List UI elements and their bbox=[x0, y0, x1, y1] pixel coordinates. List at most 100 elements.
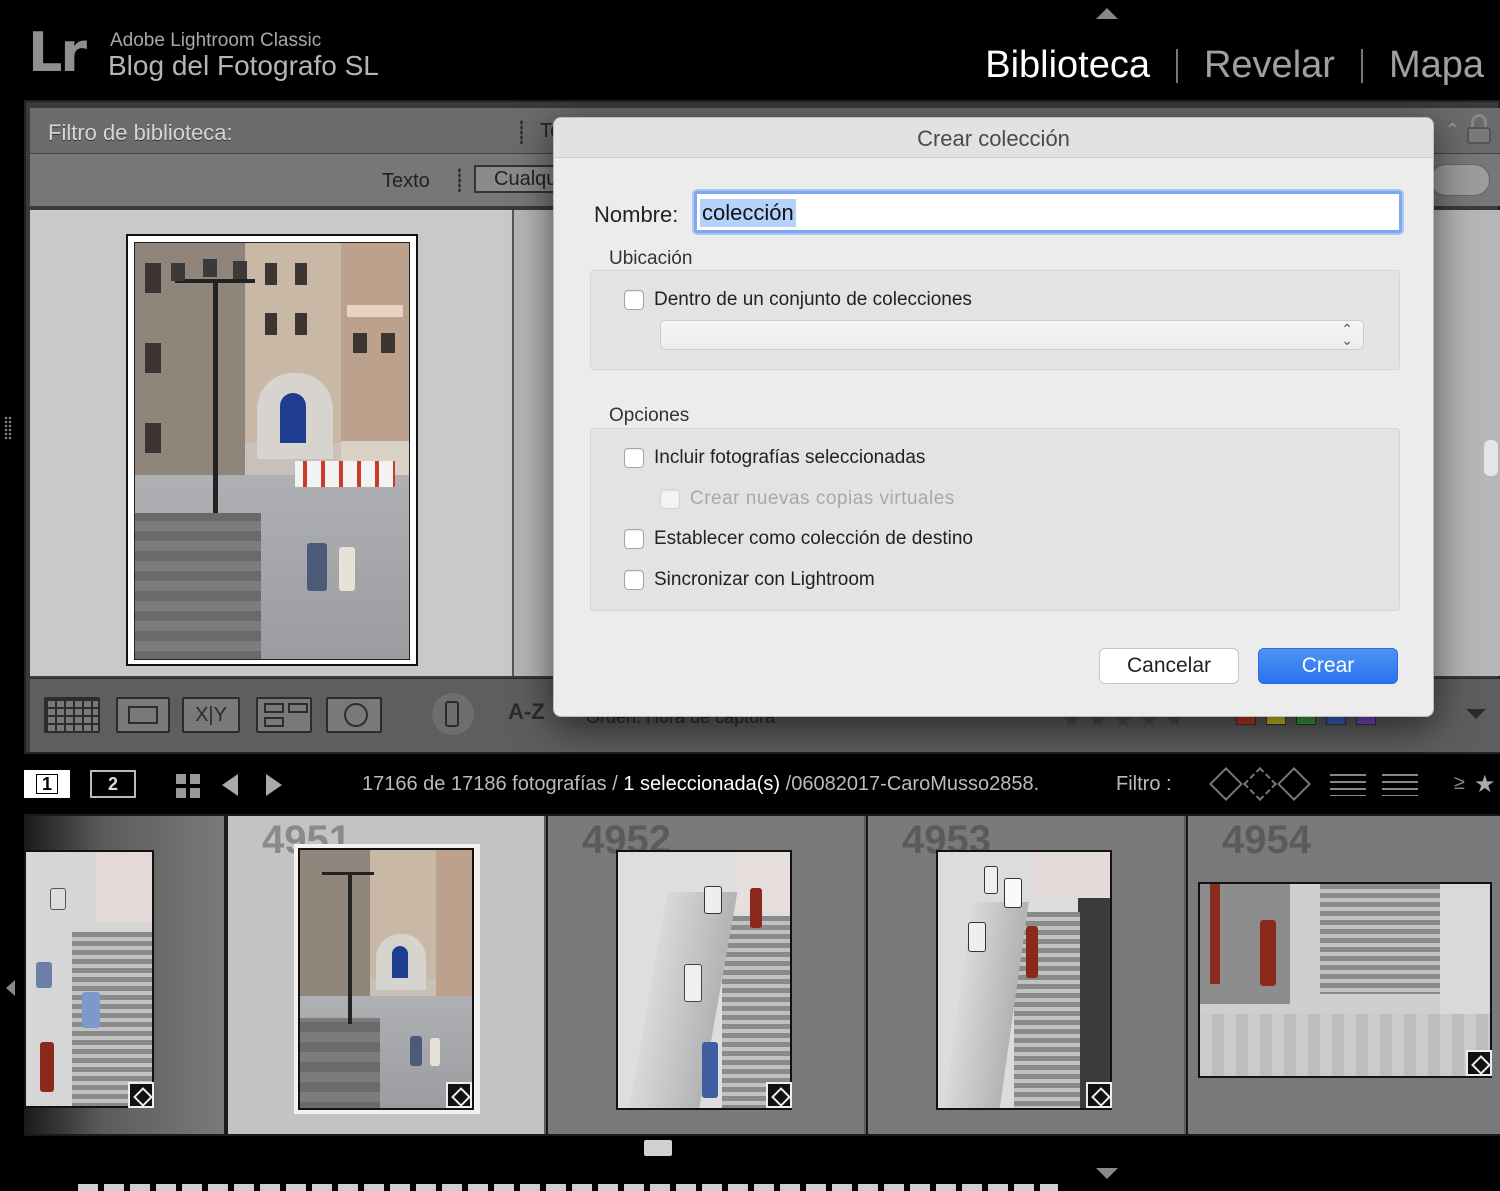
forward-arrow-icon[interactable] bbox=[266, 774, 282, 796]
collection-name-input[interactable] bbox=[694, 191, 1402, 233]
edited-badge-icon bbox=[128, 1082, 154, 1108]
inside-collection-set-row[interactable]: Dentro de un conjunto de colecciones bbox=[624, 289, 972, 311]
app-name: Adobe Lightroom Classic bbox=[110, 30, 322, 51]
name-label: Nombre: bbox=[594, 202, 679, 227]
secondary-window-button[interactable]: 2 bbox=[90, 770, 136, 798]
loupe-view-icon bbox=[128, 706, 158, 724]
street-scene-photo bbox=[134, 242, 410, 660]
bottom-edge-strip bbox=[78, 1184, 1058, 1191]
filmstrip-header: 1 2 17166 de 17186 fotografías / 1 selec… bbox=[24, 760, 1500, 810]
module-picker: Biblioteca Revelar Mapa bbox=[985, 44, 1484, 87]
filmstrip-scrollbar[interactable] bbox=[24, 1136, 1500, 1160]
separator-dots-icon bbox=[520, 120, 523, 144]
module-map[interactable]: Mapa bbox=[1389, 44, 1484, 87]
separator-dots-icon bbox=[458, 168, 461, 192]
filmstrip-scroll-thumb[interactable] bbox=[644, 1140, 672, 1156]
thumbnail-image bbox=[936, 850, 1112, 1110]
options-group-label: Opciones bbox=[609, 405, 690, 426]
grid-view-button[interactable] bbox=[44, 697, 100, 733]
target-collection-checkbox[interactable] bbox=[624, 529, 644, 549]
include-selected-row[interactable]: Incluir fotografías seleccionadas bbox=[624, 447, 925, 469]
main-window-button[interactable]: 1 bbox=[24, 770, 70, 798]
filmstrip-cell[interactable]: 4954 bbox=[1188, 816, 1500, 1134]
painter-spray-icon[interactable] bbox=[432, 693, 474, 735]
library-filter-title: Filtro de biblioteca: bbox=[48, 120, 233, 145]
dialog-title: Crear colección bbox=[917, 126, 1070, 151]
module-develop[interactable]: Revelar bbox=[1204, 44, 1335, 87]
filter-preset-chevron-icon[interactable]: ⌃ bbox=[1445, 120, 1460, 141]
cell-index-number: 4954 bbox=[1222, 818, 1311, 862]
filmstrip-cell-partial[interactable] bbox=[24, 816, 224, 1134]
bottom-panel-toggle-icon[interactable] bbox=[1096, 1168, 1118, 1179]
survey-view-icon bbox=[264, 717, 284, 727]
edited-badge-icon bbox=[1466, 1050, 1492, 1076]
rating-gte-icon[interactable]: ≥ bbox=[1454, 772, 1465, 795]
filmstrip: 4951 4952 4953 4954 bbox=[24, 814, 1500, 1160]
sync-lightroom-row[interactable]: Sincronizar con Lightroom bbox=[624, 569, 875, 591]
text-search-input[interactable] bbox=[1430, 164, 1490, 196]
location-group-label: Ubicación bbox=[609, 248, 693, 269]
loupe-view-button[interactable] bbox=[116, 697, 170, 733]
toolbar-content-chevron-icon[interactable] bbox=[1466, 709, 1486, 719]
lightroom-logo: Lr bbox=[28, 21, 87, 84]
photo-count-text: 17166 de 17186 fotografías / bbox=[362, 773, 618, 795]
filename-text: /06082017-CaroMusso2858. bbox=[785, 773, 1040, 795]
filmstrip-cell[interactable]: 4952 bbox=[548, 816, 866, 1134]
filmstrip-source-info[interactable]: 17166 de 17186 fotografías / 1 seleccion… bbox=[362, 773, 1122, 796]
thumbnail-image bbox=[24, 850, 154, 1108]
filter-sliders-off-icon[interactable] bbox=[1382, 774, 1418, 796]
lock-icon[interactable] bbox=[1466, 114, 1492, 144]
people-view-button[interactable] bbox=[326, 697, 382, 733]
thumbnail-image bbox=[1198, 882, 1492, 1078]
create-button[interactable]: Crear bbox=[1258, 648, 1398, 684]
left-panel-toggle-icon[interactable] bbox=[6, 980, 15, 996]
back-arrow-icon[interactable] bbox=[222, 774, 238, 796]
filmstrip-cell[interactable]: 4953 bbox=[868, 816, 1186, 1134]
target-collection-row[interactable]: Establecer como colección de destino bbox=[624, 528, 973, 550]
flag-picked-icon[interactable] bbox=[1209, 767, 1243, 801]
create-collection-dialog: Crear colección Nombre: colección Ubicac… bbox=[553, 117, 1434, 717]
module-separator bbox=[1360, 48, 1363, 83]
inside-collection-set-label: Dentro de un conjunto de colecciones bbox=[654, 289, 972, 310]
virtual-copies-row: Crear nuevas copias virtuales bbox=[660, 488, 955, 510]
survey-view-button[interactable] bbox=[256, 697, 312, 733]
virtual-copies-label: Crear nuevas copias virtuales bbox=[690, 488, 955, 509]
sync-lightroom-checkbox[interactable] bbox=[624, 570, 644, 590]
inside-collection-set-checkbox[interactable] bbox=[624, 290, 644, 310]
selected-count-text: 1 seleccionada(s) bbox=[623, 773, 781, 795]
star-filter-icon[interactable]: ★ bbox=[1474, 770, 1496, 799]
collection-name-value: colección bbox=[700, 199, 796, 227]
include-selected-checkbox[interactable] bbox=[624, 448, 644, 468]
filmstrip-filter-label: Filtro : bbox=[1116, 773, 1172, 795]
edited-badge-icon bbox=[446, 1082, 472, 1108]
left-panel-grip-icon[interactable] bbox=[4, 416, 12, 440]
edited-badge-icon bbox=[1086, 1082, 1112, 1108]
dialog-titlebar[interactable]: Crear colección bbox=[554, 118, 1433, 158]
select-updown-icon: ⌃ ⌄ bbox=[1341, 321, 1353, 348]
loupe-photo-frame[interactable] bbox=[126, 234, 418, 666]
module-separator bbox=[1175, 48, 1178, 83]
text-filter-label: Texto bbox=[382, 170, 430, 192]
top-panel-toggle-icon[interactable] bbox=[1096, 8, 1118, 19]
thumbnail-image bbox=[298, 848, 474, 1110]
collection-set-select[interactable]: ⌃ ⌄ bbox=[660, 320, 1364, 350]
module-library[interactable]: Biblioteca bbox=[985, 44, 1150, 87]
flag-rejected-icon[interactable] bbox=[1277, 767, 1311, 801]
cancel-button[interactable]: Cancelar bbox=[1099, 648, 1239, 684]
identity-plate: Lr Adobe Lightroom Classic Blog del Foto… bbox=[0, 0, 1500, 100]
sync-lightroom-label: Sincronizar con Lightroom bbox=[654, 569, 875, 590]
virtual-copies-checkbox bbox=[660, 489, 680, 509]
grid-icon[interactable] bbox=[174, 772, 200, 798]
edited-badge-icon bbox=[766, 1082, 792, 1108]
compare-view-button[interactable]: X|Y bbox=[182, 697, 240, 733]
filter-sliders-icon[interactable] bbox=[1330, 774, 1366, 796]
target-collection-label: Establecer como colección de destino bbox=[654, 528, 973, 549]
filmstrip-cell[interactable]: 4951 bbox=[228, 816, 546, 1134]
survey-view-icon bbox=[288, 703, 308, 713]
thumbnail-image bbox=[616, 850, 792, 1110]
flag-unflagged-icon[interactable] bbox=[1243, 767, 1277, 801]
catalog-name: Blog del Fotografo SL bbox=[108, 50, 379, 81]
survey-view-icon bbox=[264, 703, 284, 713]
scrollbar-thumb[interactable] bbox=[1484, 440, 1498, 476]
sort-direction-icon[interactable]: A-Z bbox=[508, 699, 545, 725]
